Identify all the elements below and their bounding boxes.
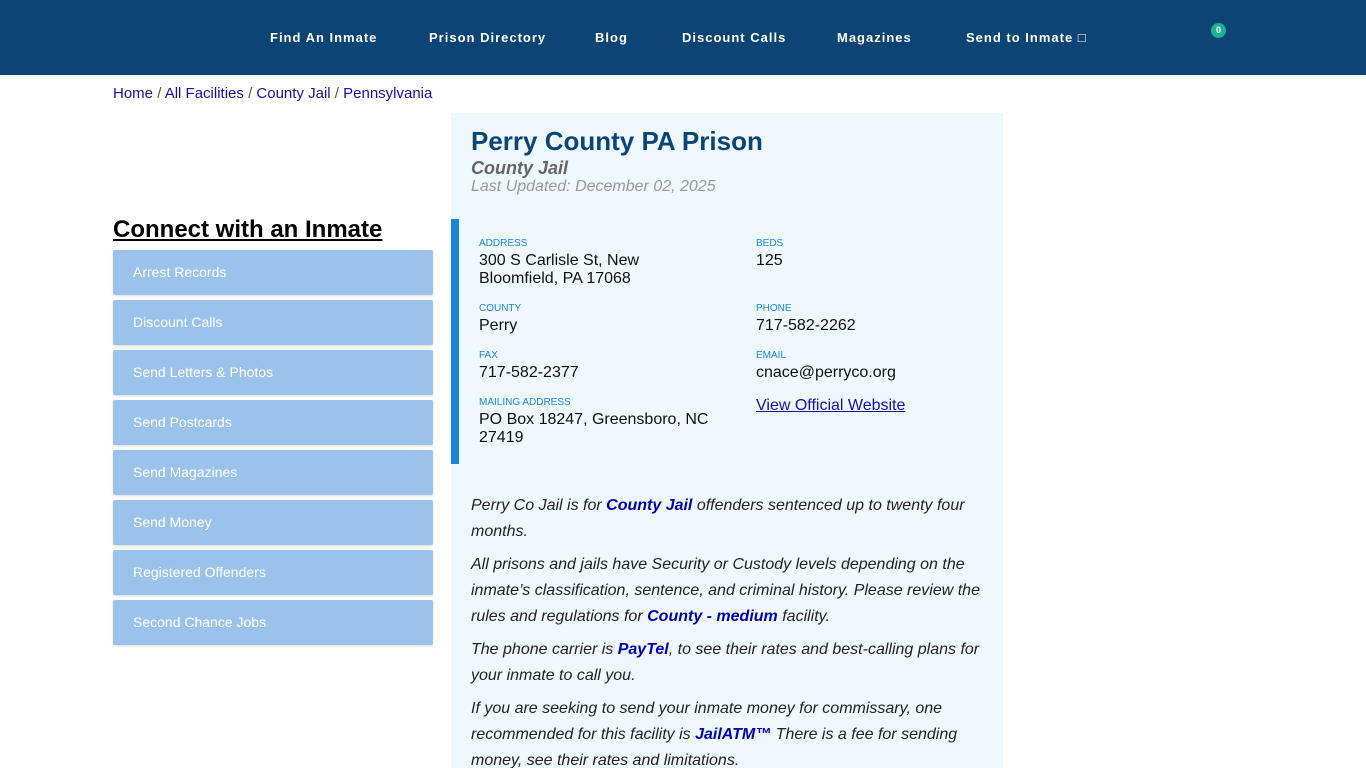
sidebar-item-send-letters-photos[interactable]: Send Letters & Photos bbox=[113, 350, 433, 395]
breadcrumb-home[interactable]: Home bbox=[113, 85, 153, 102]
description-paragraph-1: Perry Co Jail is for County Jail offende… bbox=[471, 493, 986, 545]
beds-label: BEDS bbox=[756, 238, 784, 249]
sidebar-item-registered-offenders[interactable]: Registered Offenders bbox=[113, 550, 433, 595]
cart-count-badge: 0 bbox=[1211, 23, 1226, 38]
breadcrumb-separator: / bbox=[248, 85, 253, 102]
county-medium-link[interactable]: County - medium bbox=[647, 608, 778, 625]
nav-prison-directory[interactable]: Prison Directory bbox=[429, 30, 546, 46]
breadcrumb-all-facilities[interactable]: All Facilities bbox=[165, 85, 244, 102]
sidebar-menu: Arrest Records Discount Calls Send Lette… bbox=[113, 250, 433, 650]
county-jail-link[interactable]: County Jail bbox=[606, 497, 692, 514]
page-title: Perry County PA Prison bbox=[471, 126, 763, 156]
nav-magazines[interactable]: Magazines bbox=[837, 30, 912, 46]
address-value: 300 S Carlisle St, New Bloomfield, PA 17… bbox=[479, 252, 640, 287]
sidebar-item-send-magazines[interactable]: Send Magazines bbox=[113, 450, 433, 495]
description-paragraph-2: All prisons and jails have Security or C… bbox=[471, 552, 986, 630]
fax-value: 717-582-2377 bbox=[479, 364, 579, 381]
mailing-address-label: MAILING ADDRESS bbox=[479, 397, 571, 408]
jailatm-link[interactable]: JailATM™ bbox=[695, 726, 771, 743]
county-value: Perry bbox=[479, 317, 518, 334]
beds-value: 125 bbox=[756, 252, 783, 269]
description-paragraph-3: The phone carrier is PayTel, to see thei… bbox=[471, 637, 986, 689]
sidebar-item-second-chance-jobs[interactable]: Second Chance Jobs bbox=[113, 600, 433, 645]
fax-label: FAX bbox=[479, 350, 498, 361]
cart-icon bbox=[1194, 34, 1212, 48]
facility-type: County Jail bbox=[471, 158, 569, 178]
breadcrumb-separator: / bbox=[334, 85, 339, 102]
last-updated: Last Updated: December 02, 2025 bbox=[471, 178, 716, 195]
paytel-link[interactable]: PayTel bbox=[618, 641, 669, 658]
address-label: ADDRESS bbox=[479, 238, 528, 249]
breadcrumb-county-jail[interactable]: County Jail bbox=[256, 85, 330, 102]
nav-discount-calls[interactable]: Discount Calls bbox=[682, 30, 786, 46]
nav-blog[interactable]: Blog bbox=[595, 30, 628, 46]
email-label: EMAIL bbox=[756, 350, 787, 361]
cart-button[interactable]: 0 bbox=[1190, 22, 1230, 52]
facility-panel: Perry County PA Prison County Jail Last … bbox=[451, 113, 1003, 768]
sidebar-title[interactable]: Connect with an Inmate bbox=[113, 216, 382, 244]
breadcrumb: Home / All Facilities / County Jail / Pe… bbox=[113, 85, 432, 103]
phone-value: 717-582-2262 bbox=[756, 317, 856, 334]
sidebar-item-discount-calls[interactable]: Discount Calls bbox=[113, 300, 433, 345]
official-website-link[interactable]: View Official Website bbox=[756, 397, 905, 415]
sidebar-item-send-postcards[interactable]: Send Postcards bbox=[113, 400, 433, 445]
sidebar-item-send-money[interactable]: Send Money bbox=[113, 500, 433, 545]
top-navigation: Find An Inmate Prison Directory Blog Dis… bbox=[0, 0, 1366, 75]
desc-text: facility. bbox=[777, 608, 830, 625]
county-label: COUNTY bbox=[479, 303, 522, 314]
description-paragraph-4: If you are seeking to send your inmate m… bbox=[471, 696, 986, 768]
breadcrumb-pennsylvania[interactable]: Pennsylvania bbox=[343, 85, 432, 102]
mailing-address-value: PO Box 18247, Greensboro, NC 27419 bbox=[479, 411, 709, 446]
email-value: cnace@perryco.org bbox=[756, 364, 896, 381]
breadcrumb-separator: / bbox=[157, 85, 162, 102]
phone-label: PHONE bbox=[756, 303, 792, 314]
nav-send-to-inmate[interactable]: Send to Inmate □ bbox=[966, 30, 1087, 46]
nav-find-an-inmate[interactable]: Find An Inmate bbox=[270, 30, 377, 46]
desc-text: The phone carrier is bbox=[471, 641, 618, 658]
sidebar-item-arrest-records[interactable]: Arrest Records bbox=[113, 250, 433, 295]
desc-text: Perry Co Jail is for bbox=[471, 497, 607, 514]
facility-info-box: ADDRESS 300 S Carlisle St, New Bloomfiel… bbox=[451, 219, 1003, 464]
